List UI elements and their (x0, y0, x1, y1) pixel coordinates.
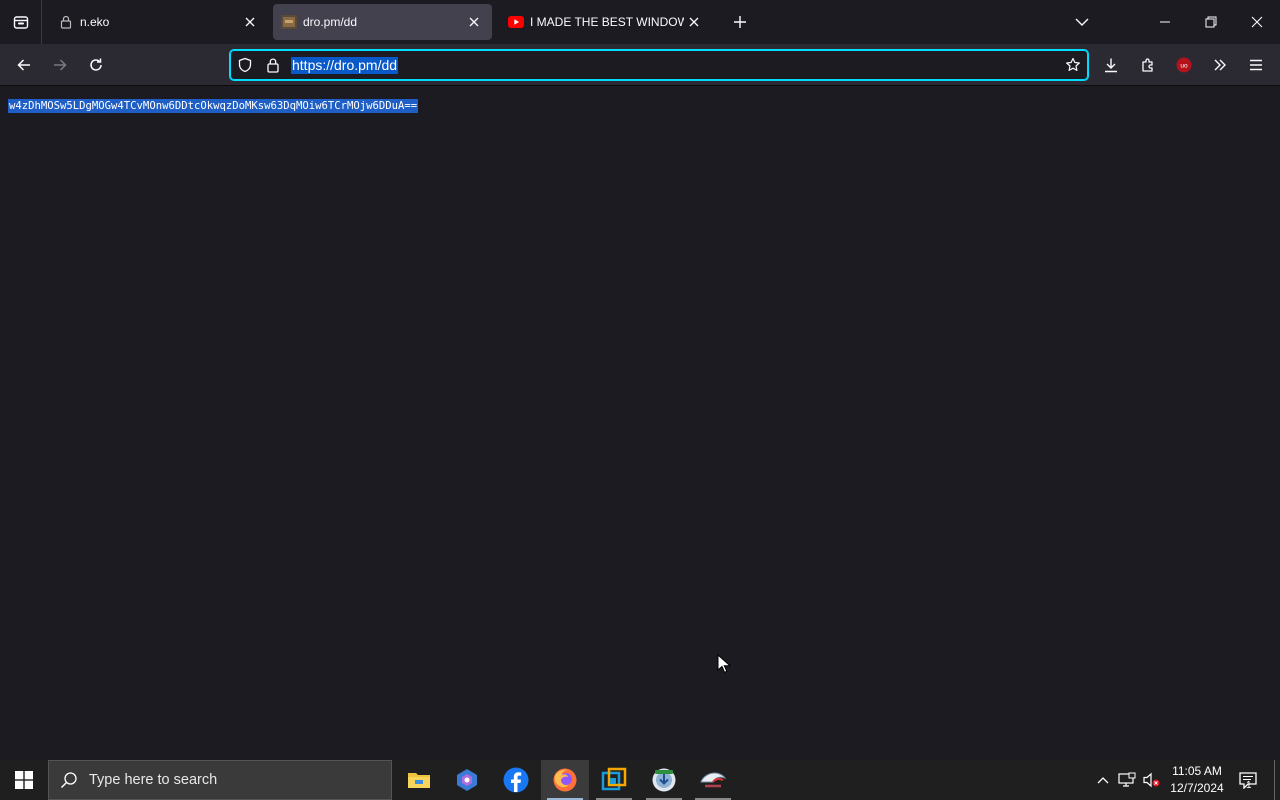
clock-time: 11:05 AM (1172, 764, 1222, 778)
close-window-button[interactable] (1234, 0, 1280, 44)
show-hidden-icons-button[interactable] (1092, 760, 1114, 800)
taskbar-installer[interactable] (640, 760, 688, 800)
selected-encoded-text[interactable]: w4zDhMOSw5LDgMOGw4TCvMOnw6DDtcOkwqzDoMKs… (8, 99, 419, 113)
ublock-origin-icon: uo (1176, 57, 1192, 73)
taskbar-wireshark[interactable] (689, 760, 737, 800)
downloads-button[interactable] (1097, 51, 1125, 79)
tab-dro-pm[interactable]: dro.pm/dd (273, 4, 492, 40)
show-desktop-button[interactable] (1274, 760, 1275, 800)
forward-button[interactable] (46, 51, 74, 79)
navigation-toolbar: https://dro.pm/dd uo (0, 44, 1280, 86)
search-icon (49, 771, 89, 789)
installer-icon (652, 768, 676, 792)
taskbar-virtualbox[interactable] (590, 760, 638, 800)
ublock-origin-button[interactable]: uo (1170, 51, 1198, 79)
file-explorer-icon (408, 773, 430, 788)
restore-button[interactable] (1188, 0, 1234, 44)
download-icon (1105, 58, 1117, 73)
page-content: w4zDhMOSw5LDgMOGw4TCvMOnw6DDtcOkwqzDoMKs… (0, 86, 1280, 760)
arrow-right-icon (54, 59, 67, 71)
list-all-tabs-button[interactable] (1070, 10, 1094, 34)
lock-page-icon (58, 14, 74, 30)
site-thumbnail-icon (281, 14, 297, 30)
firefox-view-icon (13, 16, 28, 29)
mouse-cursor-icon (717, 654, 731, 673)
double-chevron-right-icon (1214, 59, 1226, 71)
taskbar-facebook[interactable] (492, 760, 540, 800)
tab-neko[interactable]: n.eko (50, 4, 268, 40)
network-icon (1118, 772, 1136, 787)
tab-title: dro.pm/dd (303, 15, 358, 29)
arrow-left-icon (17, 59, 30, 71)
new-tab-button[interactable] (728, 10, 752, 34)
facebook-icon (503, 767, 529, 793)
tracking-protection-shield-icon[interactable] (237, 57, 253, 73)
hamburger-menu-icon (1250, 59, 1262, 71)
tab-title: n.eko (80, 15, 110, 29)
app-menu-button[interactable] (1242, 51, 1270, 79)
youtube-icon (508, 14, 524, 30)
taskbar-file-explorer[interactable] (395, 760, 443, 800)
photos-app-icon (457, 769, 477, 791)
wireshark-icon (700, 772, 727, 788)
close-tab-icon[interactable] (684, 12, 704, 32)
more-tools-button[interactable] (1206, 51, 1234, 79)
firefox-icon (553, 768, 577, 792)
taskbar-firefox[interactable] (541, 760, 589, 800)
extensions-button[interactable] (1134, 51, 1162, 79)
svg-text:uo: uo (1180, 63, 1188, 70)
tab-strip: n.eko dro.pm/dd I MADE THE BEST WINDOWS … (0, 0, 1280, 44)
notification-count: 1 (1246, 780, 1252, 791)
chevron-down-icon (1075, 18, 1089, 26)
lock-icon[interactable] (265, 57, 281, 73)
close-tab-icon[interactable] (464, 12, 484, 32)
address-bar[interactable]: https://dro.pm/dd (229, 49, 1089, 81)
chevron-up-icon (1097, 777, 1109, 784)
virtualbox-icon (601, 767, 627, 791)
tab-youtube[interactable]: I MADE THE BEST WINDOWS BC (500, 4, 712, 40)
network-status-button[interactable] (1116, 760, 1138, 800)
windows-taskbar: Type here to search 11:05 AM 12/7/2024 1 (0, 760, 1280, 800)
close-icon (1251, 16, 1263, 28)
back-button[interactable] (10, 51, 38, 79)
minimize-icon (1160, 21, 1170, 23)
puzzle-piece-icon (1142, 58, 1153, 72)
firefox-view-button[interactable] (0, 0, 42, 44)
plus-icon (734, 16, 746, 28)
reload-icon (90, 58, 102, 71)
reload-button[interactable] (82, 51, 110, 79)
windows-logo-icon (15, 771, 33, 789)
url-text[interactable]: https://dro.pm/dd (291, 57, 399, 74)
minimize-button[interactable] (1142, 0, 1188, 44)
system-clock[interactable]: 11:05 AM 12/7/2024 (1164, 763, 1230, 797)
restore-icon (1205, 16, 1217, 28)
taskbar-photos[interactable] (443, 760, 491, 800)
volume-muted-icon (1143, 772, 1160, 788)
start-button[interactable] (0, 760, 48, 800)
search-placeholder: Type here to search (89, 772, 218, 788)
tab-title: I MADE THE BEST WINDOWS BC (530, 15, 684, 29)
clock-date: 12/7/2024 (1170, 781, 1224, 795)
taskbar-search-box[interactable]: Type here to search (48, 760, 392, 800)
bookmark-star-icon[interactable] (1065, 57, 1081, 73)
volume-button[interactable] (1140, 760, 1162, 800)
close-tab-icon[interactable] (240, 12, 260, 32)
